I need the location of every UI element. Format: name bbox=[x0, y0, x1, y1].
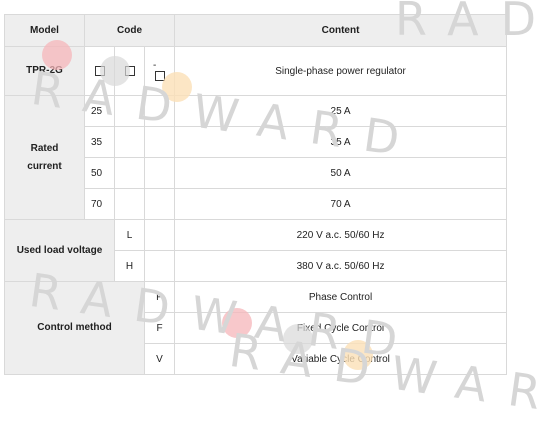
empty-cell bbox=[114, 188, 145, 220]
table-row: Used load voltage L 220 V a.c. 50/60 Hz bbox=[4, 219, 508, 282]
current-code: 35 bbox=[84, 126, 115, 158]
load-voltage-label: Used load voltage bbox=[4, 219, 115, 282]
spec-table: Model Code Content TPR-2G - Single-phase… bbox=[4, 14, 508, 375]
voltage-content: 380 V a.c. 50/60 Hz bbox=[174, 250, 508, 282]
model-content: Single-phase power regulator bbox=[174, 46, 508, 96]
model-row: TPR-2G - Single-phase power regulator bbox=[4, 46, 508, 96]
control-code: P bbox=[143, 281, 176, 313]
rated-current-label-line2: current bbox=[27, 160, 62, 172]
empty-cell bbox=[143, 157, 176, 189]
control-code: F bbox=[143, 312, 176, 344]
code-box-1 bbox=[84, 46, 115, 96]
empty-cell bbox=[143, 219, 176, 251]
checkbox-square-icon bbox=[94, 65, 105, 76]
empty-cell bbox=[114, 95, 145, 127]
empty-cell bbox=[143, 250, 176, 282]
current-code: 25 bbox=[84, 95, 115, 127]
empty-cell bbox=[143, 188, 176, 220]
empty-cell bbox=[114, 126, 145, 158]
header-model: Model bbox=[4, 14, 85, 47]
rated-current-label-line1: Rated bbox=[30, 142, 59, 154]
control-content: Variable Cycle Control bbox=[174, 343, 508, 375]
empty-cell bbox=[143, 126, 176, 158]
current-content: 35 A bbox=[174, 126, 508, 158]
code-dash: - bbox=[153, 59, 157, 71]
control-content: Phase Control bbox=[174, 281, 508, 313]
header-code: Code bbox=[83, 14, 176, 47]
checkbox-square-icon bbox=[154, 70, 165, 81]
checkbox-square-icon bbox=[124, 65, 135, 76]
current-content: 50 A bbox=[174, 157, 508, 189]
current-content: 70 A bbox=[174, 188, 508, 220]
code-box-2 bbox=[114, 46, 145, 96]
header-row: Model Code Content bbox=[4, 14, 508, 47]
control-method-label: Control method bbox=[4, 281, 145, 375]
current-code: 70 bbox=[84, 188, 115, 220]
current-content: 25 A bbox=[174, 95, 508, 127]
voltage-code: L bbox=[114, 219, 145, 251]
empty-cell bbox=[114, 157, 145, 189]
control-code: V bbox=[143, 343, 176, 375]
voltage-code: H bbox=[114, 250, 145, 282]
rated-current-label: Rated current bbox=[4, 95, 85, 220]
code-box-3: - bbox=[143, 46, 176, 96]
current-code: 50 bbox=[84, 157, 115, 189]
table-row: Rated current 25 25 A bbox=[4, 95, 508, 220]
table-row: Control method P Phase Control bbox=[4, 281, 508, 375]
voltage-content: 220 V a.c. 50/60 Hz bbox=[174, 219, 508, 251]
control-content: Fixed Cycle Control bbox=[174, 312, 508, 344]
model-label: TPR-2G bbox=[4, 46, 85, 96]
empty-cell bbox=[143, 95, 176, 127]
header-content: Content bbox=[174, 14, 508, 47]
